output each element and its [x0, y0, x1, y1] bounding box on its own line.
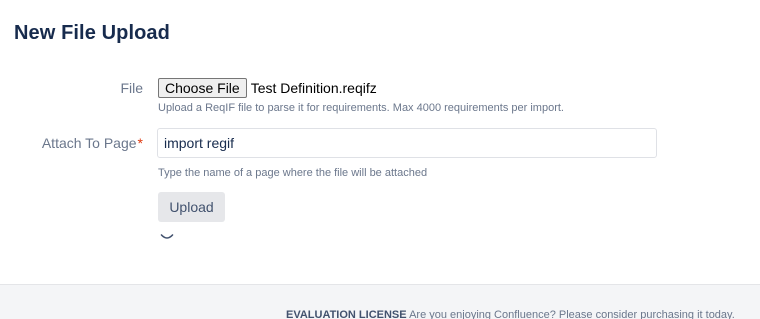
file-picker: Choose File Test Definition.reqifz	[158, 78, 377, 98]
attach-help-text: Type the name of a page where the file w…	[158, 167, 428, 179]
page-title: New File Upload	[14, 22, 170, 44]
upload-page: New File Upload File Choose File Test De…	[0, 0, 760, 319]
footer: EVALUATION LICENSE Are you enjoying Conf…	[0, 284, 760, 319]
selected-file-name: Test Definition.reqifz	[250, 80, 377, 96]
file-label: File	[120, 80, 143, 96]
license-label: EVALUATION LICENSE	[286, 309, 407, 319]
choose-file-button[interactable]: Choose File	[158, 78, 247, 98]
license-notice: EVALUATION LICENSE Are you enjoying Conf…	[286, 309, 735, 319]
attach-to-page-input[interactable]	[157, 128, 657, 158]
upload-button[interactable]: Upload	[158, 192, 225, 222]
file-label-text: File	[120, 80, 143, 96]
required-marker: *	[137, 135, 143, 151]
attach-label-text: Attach To Page	[41, 135, 137, 151]
file-help-text: Upload a ReqIF file to parse it for requ…	[158, 102, 564, 114]
spinner-icon	[160, 234, 174, 239]
attach-to-page-label: Attach To Page*	[42, 135, 143, 151]
license-message: Are you enjoying Confluence? Please cons…	[409, 309, 735, 319]
